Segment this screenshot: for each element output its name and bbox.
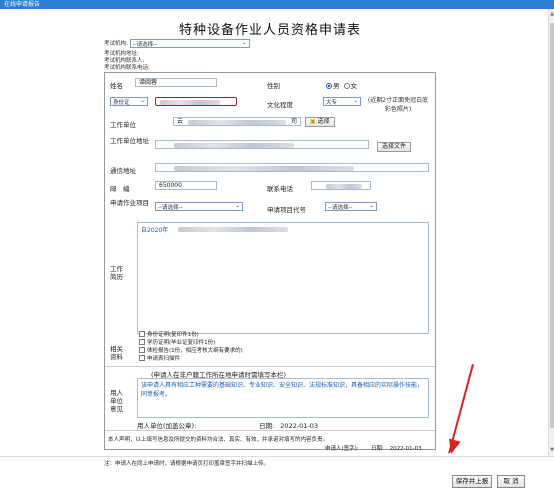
name-label: 姓名 <box>110 82 123 90</box>
unit-opinion-textarea[interactable]: 该申请人具有相应工种需要的基础知识、专业知识、安全知识、法规标准知识，具备相应的… <box>137 378 429 418</box>
sign-date: 日期: 2022-01-03 <box>371 446 422 452</box>
scroll-down-icon[interactable]: ▼ <box>549 447 554 454</box>
redacted-text <box>326 184 362 189</box>
gender-label: 性别 <box>267 82 280 90</box>
education-select[interactable]: 大专 ⌄ <box>323 97 361 106</box>
divider <box>105 430 435 431</box>
checkbox[interactable] <box>139 339 145 345</box>
page-title: 特种设备作业人员资格申请表 <box>178 23 361 38</box>
exam-org-label: 考试机构: <box>104 41 128 47</box>
folder-icon: ▣ <box>310 118 316 125</box>
exam-org-select[interactable]: --请选择-- ⌄ <box>129 39 250 48</box>
redacted-text <box>174 143 294 148</box>
photo-note: (近期2寸正面免冠白底彩色照片) <box>367 97 429 113</box>
checkbox[interactable] <box>139 347 145 353</box>
phone-input[interactable] <box>311 181 371 190</box>
select-file-button[interactable]: 选择文件 <box>377 142 412 152</box>
unit-seal-label: 用人单位(加盖公章): <box>137 422 197 430</box>
window-title: 在线申请报告 <box>4 1 41 8</box>
gender-male-radio[interactable] <box>326 83 332 89</box>
bottom-action-bar: 注：申请人在同上申请时，请根据申请页打印盖章签字并扫描上传。 保存并上报 取 消 <box>0 456 554 492</box>
save-submit-button[interactable]: 保存并上报 <box>452 475 492 488</box>
application-form: 姓名 谭闽蓉 性别 男 女 身份证 ⌄ 文化程度 大专 ⌄ (近期2寸正面免冠白底彩… <box>104 72 436 450</box>
divider <box>105 366 435 367</box>
project-code-select[interactable]: --请选择-- ⌄ <box>325 202 377 211</box>
chevron-down-icon: ⌄ <box>353 98 358 104</box>
footer-note: 注：申请人在同上申请时，请根据申请页打印盖章签字并扫描上传。 <box>104 461 270 467</box>
material-item: 学历证明(毕业证复印件1份) <box>139 339 243 347</box>
mail-addr-input[interactable] <box>155 163 429 172</box>
chevron-down-icon: ⌄ <box>140 98 145 104</box>
resume-label: 工作简历 <box>110 265 123 281</box>
work-unit-input[interactable]: 云 司 <box>173 117 301 126</box>
checkbox[interactable] <box>139 355 145 361</box>
applicant-sign-label: 申请人(签字): <box>325 446 359 452</box>
chevron-down-icon: ⌄ <box>242 40 247 46</box>
project-code-label: 申请项目代号 <box>267 206 306 214</box>
vertical-scrollbar[interactable]: ▲ ▼ <box>548 9 554 456</box>
select-unit-button[interactable]: ▣ 选择 <box>305 117 335 127</box>
redacted-text <box>178 227 288 232</box>
unit-opinion-label: 用人单位意见 <box>110 389 123 413</box>
exam-org-row: 考试机构: --请选择-- ⌄ <box>104 39 250 48</box>
gender-female-radio[interactable] <box>343 83 350 89</box>
id-type-select[interactable]: 身份证 ⌄ <box>110 97 148 106</box>
phone-label: 联系电话 <box>267 185 293 193</box>
education-label: 文化程度 <box>267 101 293 109</box>
cancel-button[interactable]: 取 消 <box>497 475 525 488</box>
project-select[interactable]: --请选择-- ⌄ <box>155 202 243 211</box>
scroll-thumb[interactable] <box>550 23 554 428</box>
id-number-input[interactable] <box>155 97 237 106</box>
postcode-label: 邮 编 <box>110 185 130 193</box>
work-unit-label: 工作单位 <box>110 121 136 129</box>
declaration-text: 本人声明，以上填写信息及所提交的资料均合法、真实、有效，并承诺对填写的内容负责。 <box>108 437 329 443</box>
work-addr-input[interactable] <box>155 140 369 149</box>
name-input[interactable]: 谭闽蓉 <box>135 78 217 87</box>
redacted-text <box>174 166 354 171</box>
window-titlebar: 在线申请报告 <box>0 0 554 9</box>
mail-addr-label: 通信地址 <box>110 167 136 175</box>
work-addr-label: 工作单位地址 <box>110 137 149 145</box>
materials-label: 相关资料 <box>110 345 123 361</box>
unit-date: 日期: 2022-01-03 <box>259 422 319 430</box>
redacted-text <box>160 100 220 105</box>
postcode-input[interactable]: 650000 <box>155 181 217 190</box>
project-label: 申请作业项目 <box>110 199 149 207</box>
material-item: 申请表扫描件 <box>139 355 243 363</box>
scroll-up-icon[interactable]: ▲ <box>549 11 554 18</box>
material-item: 体检报告(1份，相应考核大纲有要求的) <box>139 347 243 355</box>
materials-list: 身份证明(复印件1份) 学历证明(毕业证复印件1份) 体检报告(1份，相应考核大… <box>139 331 243 363</box>
redacted-text <box>188 120 286 125</box>
material-item: 身份证明(复印件1份) <box>139 331 243 339</box>
resume-textarea[interactable]: 自2020年 <box>137 222 429 334</box>
checkbox[interactable] <box>139 331 145 337</box>
chevron-down-icon: ⌄ <box>235 203 240 209</box>
chevron-down-icon: ⌄ <box>369 203 374 209</box>
exam-phone-label: 考试机构联系电话: <box>104 65 150 71</box>
gender-radio-group: 男 女 <box>326 80 357 90</box>
